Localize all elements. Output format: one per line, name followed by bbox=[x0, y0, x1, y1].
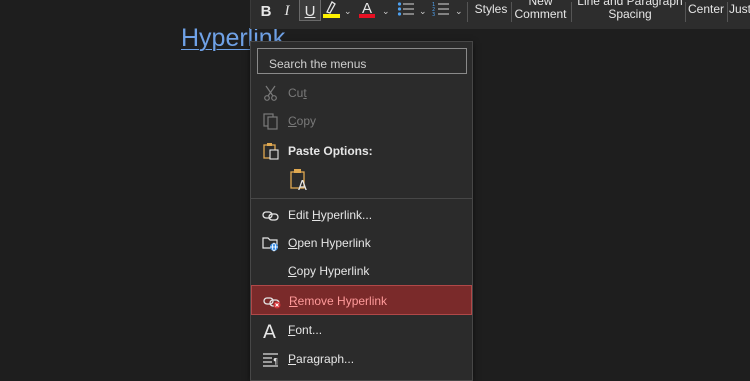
link-icon bbox=[262, 211, 279, 221]
menu-item-label: Copy bbox=[288, 114, 317, 128]
numbering-icon[interactable]: 1 2 3 bbox=[432, 1, 450, 17]
menu-item-edit-hyperlink[interactable]: Edit Hyperlink... bbox=[251, 202, 472, 228]
italic-button[interactable]: I bbox=[281, 0, 293, 22]
bold-button[interactable]: B bbox=[258, 0, 274, 22]
remove-link-icon bbox=[263, 297, 281, 309]
paste-keep-text-only-icon[interactable]: A bbox=[289, 168, 311, 192]
new-comment-label-2: Comment bbox=[514, 7, 567, 21]
menu-item-cut[interactable]: Cut bbox=[251, 80, 472, 106]
svg-text:¶: ¶ bbox=[273, 357, 278, 366]
justify-button[interactable]: Just bbox=[729, 3, 750, 16]
underline-button[interactable]: U bbox=[302, 0, 318, 22]
menu-item-label: Open Hyperlink bbox=[288, 236, 371, 250]
menu-item-label: Paragraph... bbox=[288, 352, 355, 366]
menu-item-paragraph[interactable]: ¶ Paragraph... bbox=[251, 346, 472, 372]
center-label: Center bbox=[687, 2, 725, 16]
paragraph-icon: ¶ bbox=[263, 353, 278, 367]
menu-item-copy[interactable]: Copy bbox=[251, 108, 472, 134]
menu-item-label: Remove Hyperlink bbox=[289, 294, 388, 308]
highlighter-icon[interactable] bbox=[323, 0, 341, 14]
svg-text:A: A bbox=[263, 321, 276, 339]
menu-divider bbox=[251, 198, 472, 199]
open-link-icon bbox=[262, 237, 278, 252]
menu-item-copy-hyperlink[interactable]: Copy Hyperlink bbox=[251, 258, 472, 284]
toolbar-divider bbox=[467, 2, 468, 22]
mini-toolbar: B I U ⌄ A ⌄ ⌄ 1 2 3 ⌄ Styles New Comment… bbox=[250, 0, 750, 29]
font-color-swatch bbox=[359, 14, 375, 18]
menu-item-label: Font... bbox=[288, 323, 323, 337]
scissors-icon bbox=[264, 85, 277, 101]
menu-item-label: Cut bbox=[288, 86, 307, 100]
svg-text:A: A bbox=[298, 179, 307, 192]
search-menus-input[interactable] bbox=[257, 48, 467, 74]
bullets-icon[interactable] bbox=[397, 1, 415, 17]
new-comment-button[interactable]: New Comment bbox=[513, 0, 568, 21]
svg-text:3: 3 bbox=[432, 12, 435, 17]
chevron-down-icon[interactable]: ⌄ bbox=[382, 6, 390, 17]
styles-button[interactable]: Styles bbox=[473, 3, 509, 16]
context-menu: Cut Copy Paste Options: A Edit Hyperlink… bbox=[250, 41, 473, 381]
toolbar-divider bbox=[685, 2, 686, 22]
toolbar-divider bbox=[571, 2, 572, 22]
center-button[interactable]: Center bbox=[687, 3, 725, 16]
chevron-down-icon[interactable]: ⌄ bbox=[344, 6, 352, 17]
menu-item-label: Edit Hyperlink... bbox=[288, 208, 373, 222]
menu-item-open-hyperlink[interactable]: Open Hyperlink bbox=[251, 230, 472, 256]
highlight-color-swatch bbox=[323, 14, 340, 18]
menu-item-font[interactable]: A Font... bbox=[251, 317, 472, 343]
font-icon: A bbox=[263, 321, 276, 339]
toolbar-divider bbox=[511, 2, 512, 22]
paste-options-header: Paste Options: bbox=[251, 138, 472, 164]
copy-icon bbox=[263, 113, 278, 130]
toolbar-divider bbox=[727, 2, 728, 22]
chevron-down-icon[interactable]: ⌄ bbox=[419, 6, 427, 17]
line-spacing-label-2: Spacing bbox=[608, 7, 652, 21]
chevron-down-icon[interactable]: ⌄ bbox=[455, 6, 463, 17]
clipboard-icon bbox=[263, 143, 279, 160]
justify-label: Just bbox=[729, 2, 750, 16]
styles-label: Styles bbox=[474, 2, 508, 16]
line-spacing-button[interactable]: Line and Paragraph Spacing bbox=[575, 0, 685, 21]
menu-item-label: Copy Hyperlink bbox=[288, 264, 370, 278]
paste-options-label: Paste Options: bbox=[288, 144, 373, 158]
menu-item-remove-hyperlink[interactable]: Remove Hyperlink bbox=[251, 285, 472, 315]
